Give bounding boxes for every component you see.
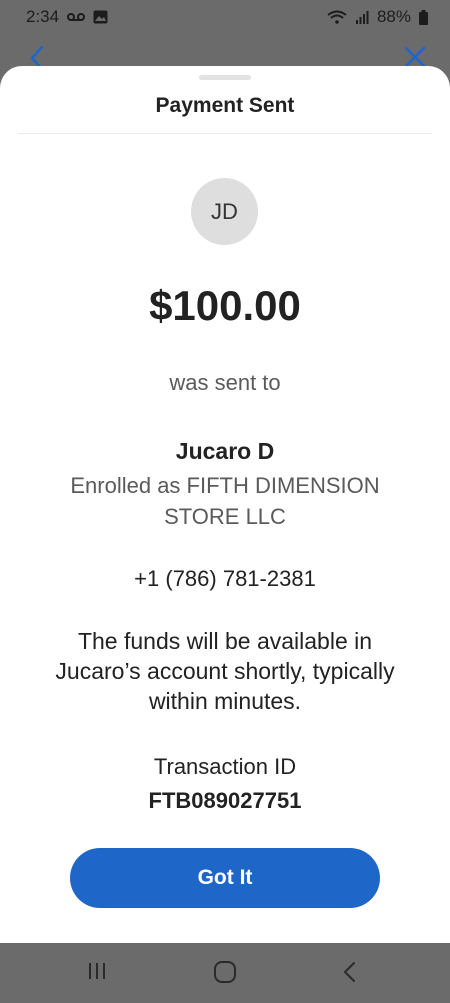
status-time: 2:34	[26, 7, 60, 26]
funds-line-1: The funds will be available in	[77, 628, 373, 654]
home-icon[interactable]	[213, 960, 237, 984]
sheet-grabber[interactable]	[199, 75, 251, 80]
transaction-id-label: Transaction ID	[153, 754, 297, 779]
enrolled-line-1: Enrolled as FIFTH DIMENSION	[70, 473, 380, 498]
wifi-icon	[327, 10, 347, 24]
status-left: 2:34	[26, 7, 108, 27]
recipient-name: Jucaro D	[175, 438, 275, 464]
funds-availability-note: The funds will be available in Jucaro’s …	[30, 626, 420, 716]
recipient-phone: +1 (786) 781-2381	[134, 566, 316, 591]
payment-amount: $100.00	[149, 282, 301, 329]
battery-percent: 88%	[376, 7, 411, 26]
funds-line-2: Jucaro’s account shortly, typically	[55, 658, 395, 684]
status-bar: 2:34 88%	[0, 0, 450, 34]
battery-icon	[419, 9, 428, 25]
enrolled-line-2: STORE LLC	[164, 504, 286, 529]
sheet-title: Payment Sent	[155, 94, 295, 117]
voicemail-icon	[67, 13, 86, 21]
system-nav-bar	[0, 943, 450, 1003]
transaction-id-value: FTB089027751	[148, 788, 302, 813]
nav-back-icon[interactable]	[340, 960, 360, 984]
gallery-icon	[93, 10, 108, 24]
status-right: 88%	[327, 7, 428, 27]
got-it-button[interactable]: Got It	[70, 848, 380, 908]
enrolled-as-text: Enrolled as FIFTH DIMENSION STORE LLC	[40, 470, 410, 532]
recents-icon[interactable]	[86, 960, 108, 982]
funds-line-3: within minutes.	[148, 688, 302, 714]
payment-sent-sheet: Payment Sent JD $100.00 was sent to Juca…	[0, 66, 450, 943]
sent-to-label: was sent to	[169, 370, 281, 395]
signal-icon	[355, 11, 369, 24]
recipient-avatar: JD	[191, 178, 258, 245]
title-divider	[18, 133, 432, 134]
